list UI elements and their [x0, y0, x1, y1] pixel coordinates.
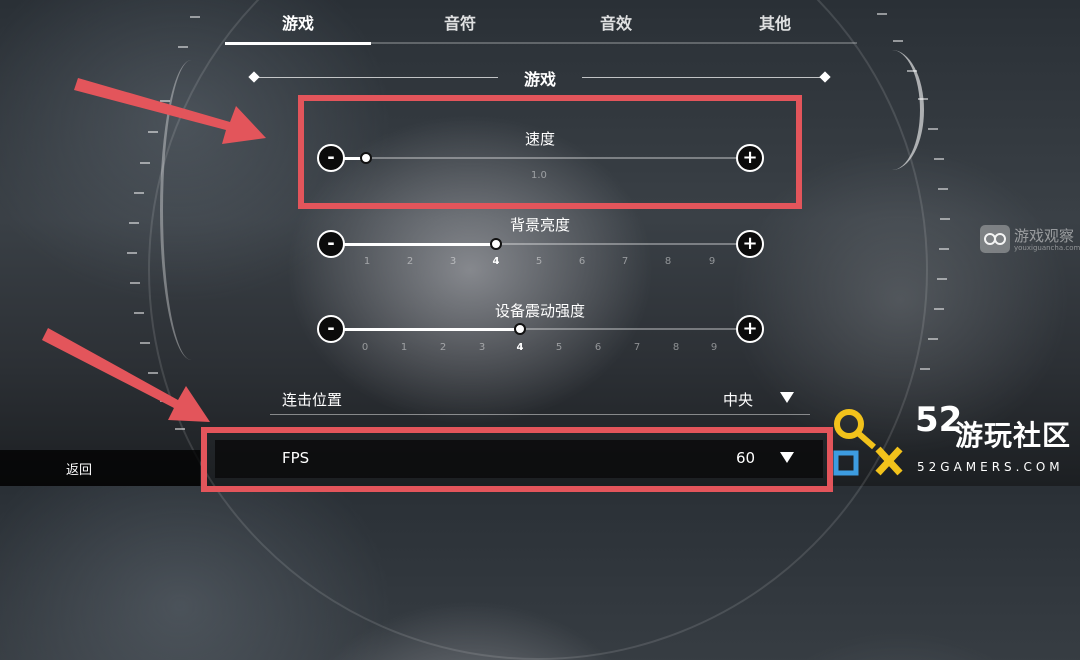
tab-other[interactable]: 其他	[730, 10, 820, 34]
brightness-fill	[344, 243, 496, 246]
tab-game[interactable]: 游戏	[253, 10, 343, 34]
vibration-scale-label: 5	[555, 342, 563, 353]
brightness-scale-label: 6	[578, 256, 586, 267]
vibration-scale-label: 8	[672, 342, 680, 353]
brightness-scale-label: 9	[708, 256, 716, 267]
vibration-scale-label: 2	[439, 342, 447, 353]
fps-highlight-box	[201, 427, 833, 492]
brightness-scale-label: 5	[535, 256, 543, 267]
tab-active-indicator	[225, 42, 371, 45]
watermark-brand-name: 游玩社区	[955, 419, 1072, 452]
brightness-scale-label: 1	[363, 256, 371, 267]
vibration-scale-label: 9	[710, 342, 718, 353]
brightness-scale-label: 2	[406, 256, 414, 267]
watermark-logo-icon	[980, 225, 1010, 253]
annotation-arrow-icon	[42, 328, 210, 422]
watermark-site-name: 游戏观察	[1014, 227, 1075, 245]
tab-notes[interactable]: 音符	[415, 10, 505, 34]
vibration-fill	[344, 328, 520, 331]
vibration-scale-label: 7	[633, 342, 641, 353]
watermark-gamepad-icon	[833, 409, 903, 476]
vibration-scale-label: 3	[478, 342, 486, 353]
back-label: 返回	[66, 463, 93, 478]
brightness-plus-button[interactable]: +	[736, 230, 764, 258]
section-line-left	[258, 77, 498, 78]
section-title: 游戏	[523, 70, 556, 89]
brightness-scale-label: 7	[621, 256, 629, 267]
combo-position-value: 中央	[723, 391, 754, 409]
tab-sound-effects[interactable]: 音效	[571, 10, 661, 34]
vibration-scale-label: 4	[516, 342, 524, 353]
vibration-scale-label: 0	[361, 342, 369, 353]
brightness-title: 背景亮度	[509, 216, 570, 234]
watermark-brand-url: 52GAMERS.COM	[917, 460, 1064, 474]
dial-glow-right	[860, 50, 924, 170]
brightness-scale-label: 3	[449, 256, 457, 267]
vibration-title: 设备震动强度	[494, 302, 585, 320]
brightness-scale-label: 8	[664, 256, 672, 267]
brightness-slider-handle[interactable]	[490, 238, 502, 250]
chevron-down-icon	[780, 392, 794, 403]
speed-highlight-box	[298, 95, 802, 209]
vibration-plus-button[interactable]: +	[736, 315, 764, 343]
section-line-right	[582, 77, 822, 78]
tab-bar: 游戏 音符 音效 其他	[225, 0, 857, 44]
back-button[interactable]	[0, 450, 200, 486]
vibration-minus-button[interactable]: -	[317, 315, 345, 343]
brightness-minus-button[interactable]: -	[317, 230, 345, 258]
watermark-site-url: youxiguancha.com	[1014, 244, 1080, 252]
brightness-scale-label: 4	[492, 256, 500, 267]
annotation-arrow-icon	[74, 78, 266, 144]
vibration-slider-handle[interactable]	[514, 323, 526, 335]
combo-position-label: 连击位置	[282, 391, 343, 409]
vibration-scale-label: 1	[400, 342, 408, 353]
combo-position-underline	[270, 414, 810, 415]
vibration-scale-label: 6	[594, 342, 602, 353]
